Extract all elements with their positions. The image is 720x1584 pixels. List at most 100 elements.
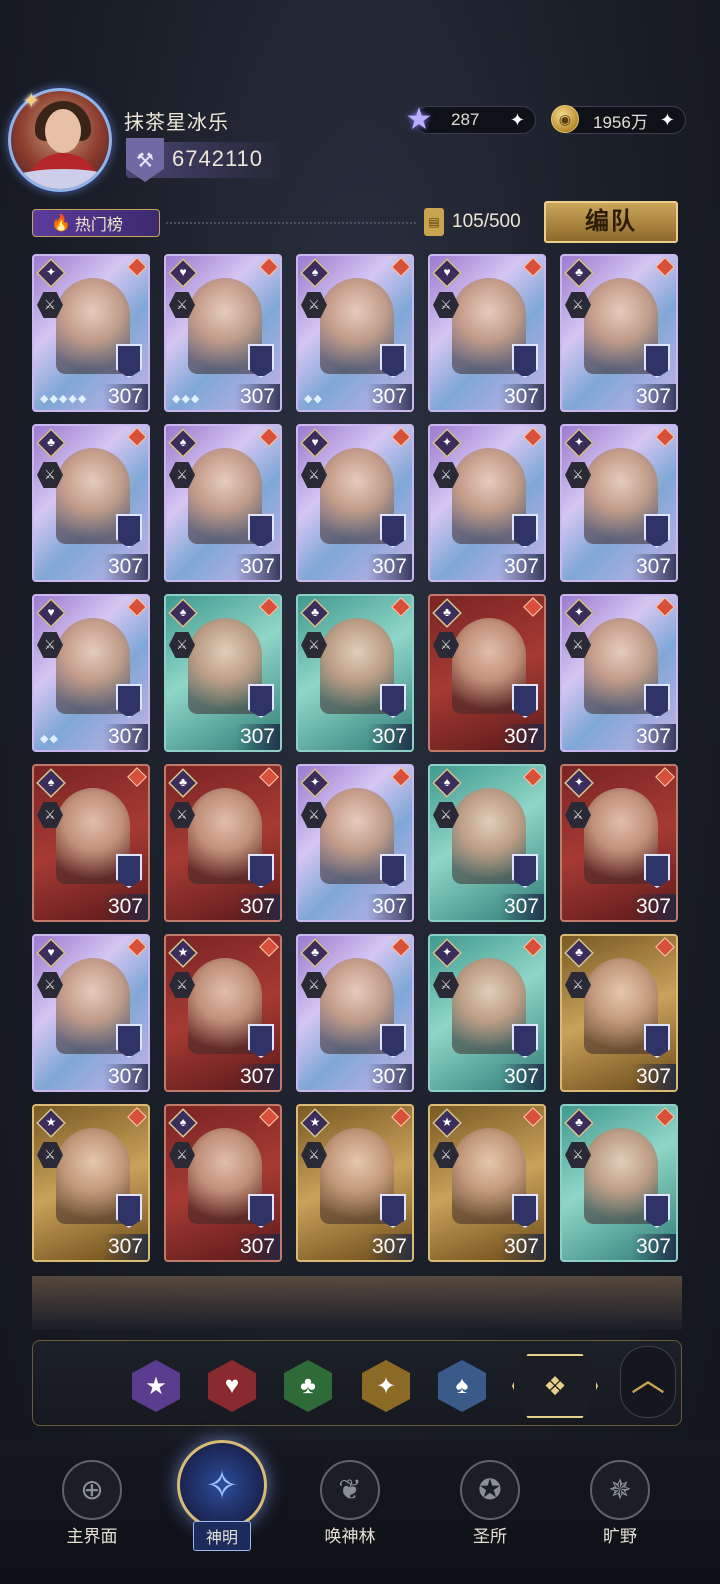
element-icon xyxy=(523,937,543,957)
element-icon xyxy=(127,597,147,617)
team-button[interactable]: 编队 xyxy=(544,201,678,243)
element-icon xyxy=(127,257,147,277)
element-icon xyxy=(391,1107,411,1127)
card-level: 307 xyxy=(366,554,412,580)
god-card[interactable]: ♣ ⚔ 307 xyxy=(296,934,414,1092)
suit-icon: ♥ xyxy=(168,258,198,288)
god-card[interactable]: ♣ ⚔ 307 xyxy=(560,1104,678,1262)
god-card[interactable]: ♣ ⚔ 307 xyxy=(296,594,414,752)
god-card[interactable]: ♥ ⚔ 307 xyxy=(32,934,150,1092)
card-level: 307 xyxy=(366,1064,412,1090)
suit-icon: ♠ xyxy=(168,428,198,458)
star-rank: ◆◆◆◆◆ xyxy=(40,393,88,405)
god-card[interactable]: ✦ ⚔ ◆◆◆◆◆ 307 xyxy=(32,254,150,412)
gods-book-icon: ✧ xyxy=(177,1440,267,1530)
god-card[interactable]: ✦ ⚔ 307 xyxy=(296,764,414,922)
card-level: 307 xyxy=(234,1234,280,1260)
element-icon xyxy=(523,257,543,277)
god-card[interactable]: ♠ ⚔ 307 xyxy=(164,594,282,752)
collection-count: 105/500 xyxy=(452,211,521,232)
god-card[interactable]: ♠ ⚔ 307 xyxy=(428,764,546,922)
nav-wild[interactable]: ✵ 旷野 xyxy=(570,1460,670,1560)
god-card[interactable]: ★ ⚔ 307 xyxy=(428,1104,546,1262)
suit-icon: ♣ xyxy=(564,258,594,288)
card-level: 307 xyxy=(102,1064,148,1090)
god-card[interactable]: ★ ⚔ 307 xyxy=(32,1104,150,1262)
suit-icon: ♠ xyxy=(300,258,330,288)
nav-sanctuary[interactable]: ✪ 圣所 xyxy=(440,1460,540,1560)
god-card[interactable]: ♠ ⚔ 307 xyxy=(164,1104,282,1262)
star-add-icon[interactable]: ✦ xyxy=(510,110,525,131)
element-icon xyxy=(127,427,147,447)
god-card[interactable]: ✦ ⚔ 307 xyxy=(560,424,678,582)
collapse-filter-button[interactable]: ︿ xyxy=(620,1346,676,1418)
element-icon xyxy=(523,767,543,787)
god-card[interactable]: ♥ ⚔ 307 xyxy=(296,424,414,582)
god-card[interactable]: ♠ ⚔ 307 xyxy=(32,764,150,922)
suit-icon: ♣ xyxy=(300,938,330,968)
element-icon xyxy=(391,597,411,617)
suit-icon: ✦ xyxy=(300,768,330,798)
element-icon xyxy=(127,1107,147,1127)
card-level: 307 xyxy=(102,554,148,580)
god-card[interactable]: ★ ⚔ 307 xyxy=(164,934,282,1092)
element-icon xyxy=(391,937,411,957)
star-rank: ◆◆ xyxy=(304,393,323,405)
card-level: 307 xyxy=(630,1064,676,1090)
suit-icon: ★ xyxy=(36,1108,66,1138)
god-card[interactable]: ♣ ⚔ 307 xyxy=(560,934,678,1092)
card-level: 307 xyxy=(234,1064,280,1090)
nav-gods[interactable]: ✧ 神明 xyxy=(172,1440,272,1551)
element-icon xyxy=(523,597,543,617)
suit-icon: ✦ xyxy=(432,428,462,458)
god-card[interactable]: ✦ ⚔ 307 xyxy=(428,934,546,1092)
nav-main[interactable]: ⊕ 主界面 xyxy=(42,1460,142,1560)
god-card[interactable]: ♠ ⚔ ◆◆ 307 xyxy=(296,254,414,412)
hot-tab-label: 热门榜 xyxy=(74,217,123,234)
player-name: 抹茶星冰乐 xyxy=(124,112,229,134)
suit-icon: ♣ xyxy=(564,938,594,968)
star-resource-value: 287 xyxy=(451,110,480,129)
god-card[interactable]: ♥ ⚔ ◆◆ 307 xyxy=(32,594,150,752)
nav-summon[interactable]: ❦ 唤神林 xyxy=(300,1460,400,1560)
card-level: 307 xyxy=(498,894,544,920)
nav-main-label: 主界面 xyxy=(66,1527,118,1546)
card-level: 307 xyxy=(366,384,412,410)
god-card[interactable]: ✦ ⚔ 307 xyxy=(560,594,678,752)
god-card[interactable]: ★ ⚔ 307 xyxy=(296,1104,414,1262)
filter-all-button[interactable]: ❖ xyxy=(512,1354,598,1418)
element-icon xyxy=(523,1107,543,1127)
suit-icon: ★ xyxy=(432,1108,462,1138)
god-card[interactable]: ♥ ⚔ 307 xyxy=(428,254,546,412)
suit-icon: ♥ xyxy=(36,938,66,968)
god-card[interactable]: ♣ ⚔ 307 xyxy=(428,594,546,752)
main-world-icon: ⊕ xyxy=(62,1460,122,1520)
coin-add-icon[interactable]: ✦ xyxy=(660,110,675,131)
god-card[interactable]: ♣ ⚔ 307 xyxy=(32,424,150,582)
card-level: 307 xyxy=(630,894,676,920)
suit-icon: ★ xyxy=(300,1108,330,1138)
card-level: 307 xyxy=(630,384,676,410)
element-icon xyxy=(259,597,279,617)
element-icon xyxy=(655,767,675,787)
god-card[interactable]: ♥ ⚔ ◆◆◆ 307 xyxy=(164,254,282,412)
god-card[interactable]: ✦ ⚔ 307 xyxy=(560,764,678,922)
element-icon xyxy=(655,427,675,447)
avatar-face xyxy=(45,109,81,153)
element-icon xyxy=(391,257,411,277)
element-icon xyxy=(655,937,675,957)
element-icon xyxy=(259,767,279,787)
coin-icon-wrap: ◉ xyxy=(548,102,582,136)
suit-icon: ♣ xyxy=(168,768,198,798)
god-card[interactable]: ♣ ⚔ 307 xyxy=(560,254,678,412)
suit-icon: ✦ xyxy=(564,428,594,458)
element-icon xyxy=(127,937,147,957)
god-card[interactable]: ♣ ⚔ 307 xyxy=(164,764,282,922)
god-card[interactable]: ✦ ⚔ 307 xyxy=(428,424,546,582)
suit-icon: ✦ xyxy=(432,938,462,968)
suit-icon: ✦ xyxy=(564,598,594,628)
god-card[interactable]: ♠ ⚔ 307 xyxy=(164,424,282,582)
hot-ranking-tab[interactable]: 🔥 热门榜 xyxy=(32,209,160,237)
element-icon xyxy=(655,257,675,277)
card-level: 307 xyxy=(102,724,148,750)
